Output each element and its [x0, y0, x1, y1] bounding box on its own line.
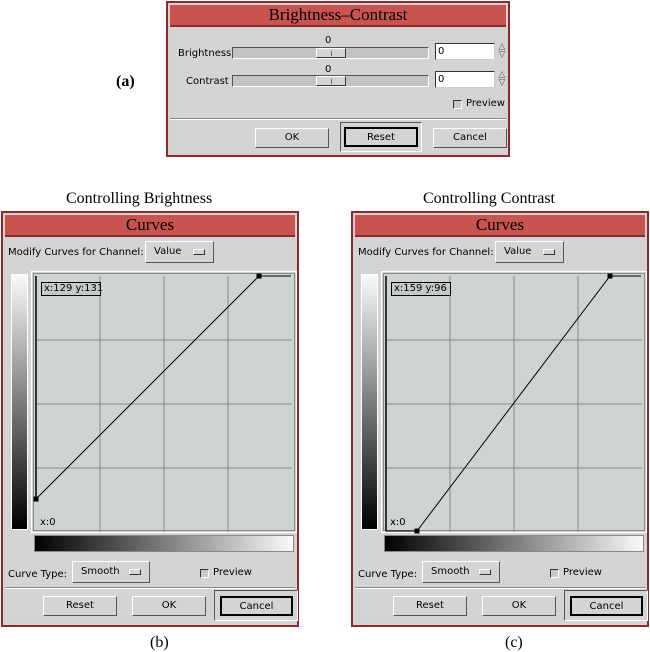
curve-graph[interactable]: x:159 y:96 x:0 [381, 271, 647, 534]
label-a: (a) [116, 73, 135, 90]
channel-select-value: Value [504, 246, 532, 257]
reset-button[interactable]: Reset [393, 596, 467, 616]
channel-label: Modify Curves for Channel: [358, 247, 494, 258]
output-gradient-bar [361, 274, 378, 530]
brightness-slider-handle[interactable] [316, 48, 346, 58]
brightness-slider[interactable] [232, 47, 429, 59]
option-menu-indicator-icon [479, 569, 491, 575]
curve-control-point[interactable] [607, 273, 613, 279]
curve-control-point[interactable] [414, 528, 420, 534]
dialog-separator [355, 587, 645, 589]
caption-controlling-contrast: Controlling Contrast [423, 190, 555, 207]
contrast-value-label: 0 [325, 64, 332, 75]
curve-svg[interactable] [33, 273, 292, 532]
reset-button[interactable]: Reset [344, 127, 418, 147]
label-c: (c) [505, 634, 523, 651]
curves-body: Modify Curves for Channel: Value x:129 y… [5, 237, 298, 623]
cancel-button-default-frame: Cancel [214, 590, 298, 621]
curve-type-label: Curve Type: [358, 569, 418, 580]
coord-readout: x:159 y:96 [391, 282, 451, 296]
contrast-input[interactable]: 0 [435, 71, 495, 88]
cancel-button[interactable]: Cancel [570, 596, 643, 616]
preview-checkbox[interactable] [200, 569, 209, 578]
curves-title: Curves [475, 215, 525, 234]
contrast-spin-arrows-icon[interactable]: △ ▽ [497, 71, 507, 88]
x-readout: x:0 [390, 517, 406, 528]
preview-label: Preview [466, 98, 505, 109]
curve-type-value: Smooth [431, 566, 470, 577]
coord-readout: x:129 y:131 [41, 282, 103, 296]
brightness-value-label: 0 [325, 35, 332, 46]
curve-graph[interactable]: x:129 y:131 x:0 [31, 271, 297, 533]
reset-button-default-frame: Reset [340, 122, 422, 152]
brightness-input[interactable]: 0 [435, 43, 495, 60]
brightness-contrast-dialog: Brightness–Contrast 0 Brightness 0 △ ▽ 0 … [166, 1, 510, 157]
option-menu-indicator-icon [129, 569, 141, 575]
contrast-slider-handle[interactable] [316, 76, 346, 86]
reset-button[interactable]: Reset [43, 596, 117, 616]
curve-control-point[interactable] [33, 496, 39, 502]
ok-button[interactable]: OK [132, 596, 206, 616]
curves-dialog-brightness: Curves Modify Curves for Channel: Value … [1, 211, 299, 627]
channel-select[interactable]: Value [495, 241, 564, 263]
preview-label: Preview [213, 567, 252, 578]
channel-select-value: Value [154, 246, 182, 257]
curve-control-point[interactable] [256, 273, 262, 279]
contrast-label: Contrast [186, 76, 229, 87]
preview-checkbox[interactable] [453, 100, 462, 109]
cancel-button-default-frame: Cancel [564, 590, 648, 621]
curves-titlebar[interactable]: Curves [5, 215, 295, 237]
dialog-titlebar[interactable]: Brightness–Contrast [170, 5, 506, 27]
caption-controlling-brightness: Controlling Brightness [66, 190, 213, 207]
ok-button[interactable]: OK [482, 596, 556, 616]
ok-button[interactable]: OK [255, 128, 329, 148]
channel-select[interactable]: Value [145, 241, 214, 263]
curve-type-value: Smooth [81, 566, 120, 577]
curve-type-select[interactable]: Smooth [422, 561, 500, 583]
dialog-title: Brightness–Contrast [268, 5, 408, 24]
contrast-slider[interactable] [232, 75, 429, 87]
dialog-separator [170, 118, 506, 120]
output-gradient-bar [11, 274, 28, 530]
curves-body: Modify Curves for Channel: Value x:159 y… [355, 237, 648, 623]
input-gradient-bar [34, 535, 294, 552]
cancel-button[interactable]: Cancel [220, 596, 293, 616]
curve-svg[interactable] [385, 273, 642, 534]
preview-checkbox[interactable] [550, 569, 559, 578]
cancel-button[interactable]: Cancel [433, 128, 507, 148]
label-b: (b) [150, 634, 169, 651]
input-gradient-bar [384, 535, 644, 552]
brightness-spin-arrows-icon[interactable]: △ ▽ [497, 43, 507, 60]
curves-titlebar[interactable]: Curves [355, 215, 645, 237]
curves-title: Curves [125, 215, 175, 234]
curves-dialog-contrast: Curves Modify Curves for Channel: Value … [351, 211, 649, 627]
dialog-body: 0 Brightness 0 △ ▽ 0 Contrast 0 △ ▽ Previe… [170, 27, 507, 153]
option-menu-indicator-icon [543, 249, 555, 255]
x-readout: x:0 [40, 517, 56, 528]
curve-type-select[interactable]: Smooth [72, 561, 150, 583]
channel-label: Modify Curves for Channel: [8, 247, 144, 258]
brightness-label: Brightness [178, 48, 232, 59]
preview-label: Preview [563, 567, 602, 578]
option-menu-indicator-icon [193, 249, 205, 255]
curve-type-label: Curve Type: [8, 569, 68, 580]
dialog-separator [5, 587, 295, 589]
